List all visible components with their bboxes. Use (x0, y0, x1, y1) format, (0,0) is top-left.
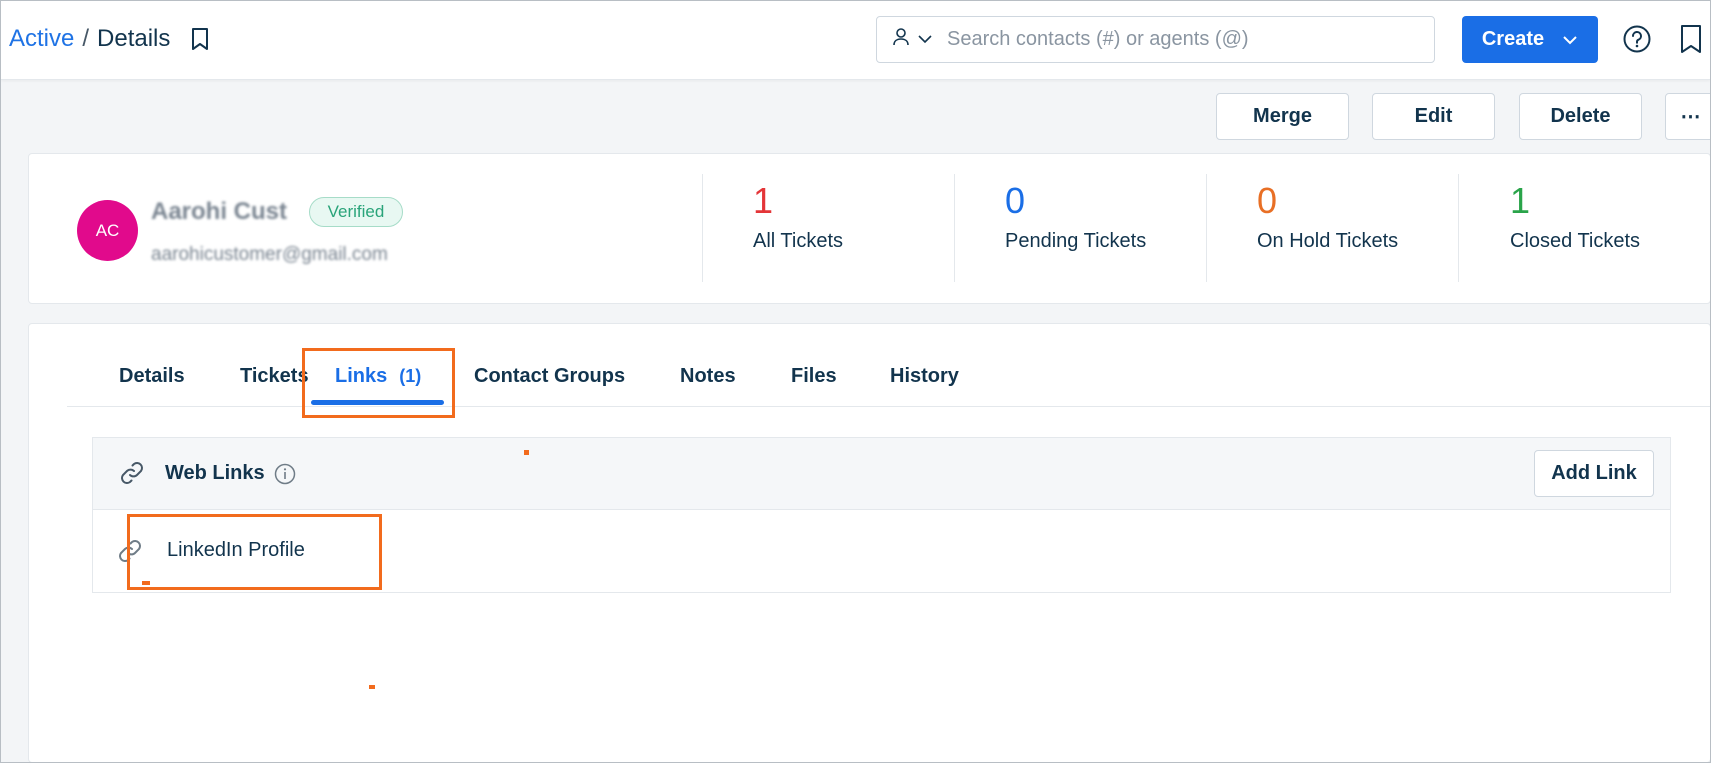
tab-bar: Details Tickets Links (1) Contact Groups … (67, 324, 1711, 407)
stat-all-tickets[interactable]: 1 All Tickets (753, 180, 843, 253)
stat-value: 0 (1005, 180, 1026, 221)
search-bar: Search contacts (#) or agents (@) (876, 16, 1435, 63)
stat-pending-tickets[interactable]: 0 Pending Tickets (1005, 180, 1146, 253)
contact-summary-card: AC Aarohi Cust Verified aarohicustomer@g… (28, 153, 1711, 304)
stat-value: 1 (1510, 180, 1531, 221)
link-icon (119, 460, 145, 491)
delete-button[interactable]: Delete (1519, 93, 1642, 140)
divider (954, 174, 955, 282)
breadcrumb: Active / Details (9, 25, 210, 53)
annotation-marker (142, 581, 150, 585)
search-input[interactable]: Search contacts (#) or agents (@) (947, 28, 1249, 51)
breadcrumb-separator: / (82, 25, 90, 52)
active-tab-indicator (311, 400, 444, 405)
web-link-item[interactable]: LinkedIn Profile (167, 539, 305, 562)
divider (1458, 174, 1459, 282)
tab-links[interactable]: Links (1) (335, 365, 421, 388)
tab-tickets[interactable]: Tickets (240, 365, 309, 388)
link-icon (117, 538, 143, 569)
info-icon[interactable] (273, 462, 297, 491)
tab-label: Links (335, 365, 388, 387)
bookmark-icon[interactable] (190, 27, 210, 51)
chevron-down-icon (1562, 28, 1578, 51)
contact-name: Aarohi Cust (151, 198, 288, 225)
breadcrumb-current: Details (97, 25, 171, 52)
stat-on-hold-tickets[interactable]: 0 On Hold Tickets (1257, 180, 1398, 253)
annotation-marker (524, 450, 529, 455)
stat-value: 1 (753, 180, 774, 221)
status-badge: Verified (309, 197, 403, 227)
web-links-title: Web Links (165, 462, 265, 484)
web-links-header: Web Links Add Link (93, 438, 1670, 510)
tab-count-badge: (1) (399, 366, 422, 386)
stat-label: Pending Tickets (1005, 230, 1147, 252)
more-options-button[interactable]: ⋯ (1665, 93, 1711, 140)
search-scope-selector[interactable] (877, 27, 947, 52)
help-icon[interactable] (1622, 24, 1652, 59)
annotation-marker (369, 685, 375, 689)
top-bar: Active / Details Search contacts (#) or … (1, 1, 1710, 80)
edit-button[interactable]: Edit (1372, 93, 1495, 140)
breadcrumb-active-link[interactable]: Active (9, 25, 74, 53)
contact-email: aarohicustomer@gmail.com (151, 244, 388, 265)
web-links-panel: Web Links Add Link LinkedIn Profile (92, 437, 1671, 593)
stat-label: All Tickets (753, 230, 844, 252)
create-button-label: Create (1481, 28, 1545, 50)
stat-label: Closed Tickets (1510, 230, 1641, 252)
create-button[interactable]: Create (1462, 16, 1598, 63)
stat-label: On Hold Tickets (1257, 230, 1399, 252)
tab-files[interactable]: Files (791, 365, 837, 388)
divider (1206, 174, 1207, 282)
stat-value: 0 (1257, 180, 1278, 221)
merge-button[interactable]: Merge (1216, 93, 1349, 140)
avatar: AC (77, 200, 138, 261)
add-link-button[interactable]: Add Link (1534, 450, 1654, 497)
tab-contact-groups[interactable]: Contact Groups (474, 365, 625, 388)
tab-history[interactable]: History (890, 365, 959, 388)
divider (702, 174, 703, 282)
bookmark-icon[interactable] (1679, 24, 1703, 59)
stat-closed-tickets[interactable]: 1 Closed Tickets (1510, 180, 1640, 253)
chevron-down-icon (918, 31, 932, 49)
tab-notes[interactable]: Notes (680, 365, 736, 388)
tab-details[interactable]: Details (119, 365, 185, 388)
person-icon (892, 27, 910, 52)
